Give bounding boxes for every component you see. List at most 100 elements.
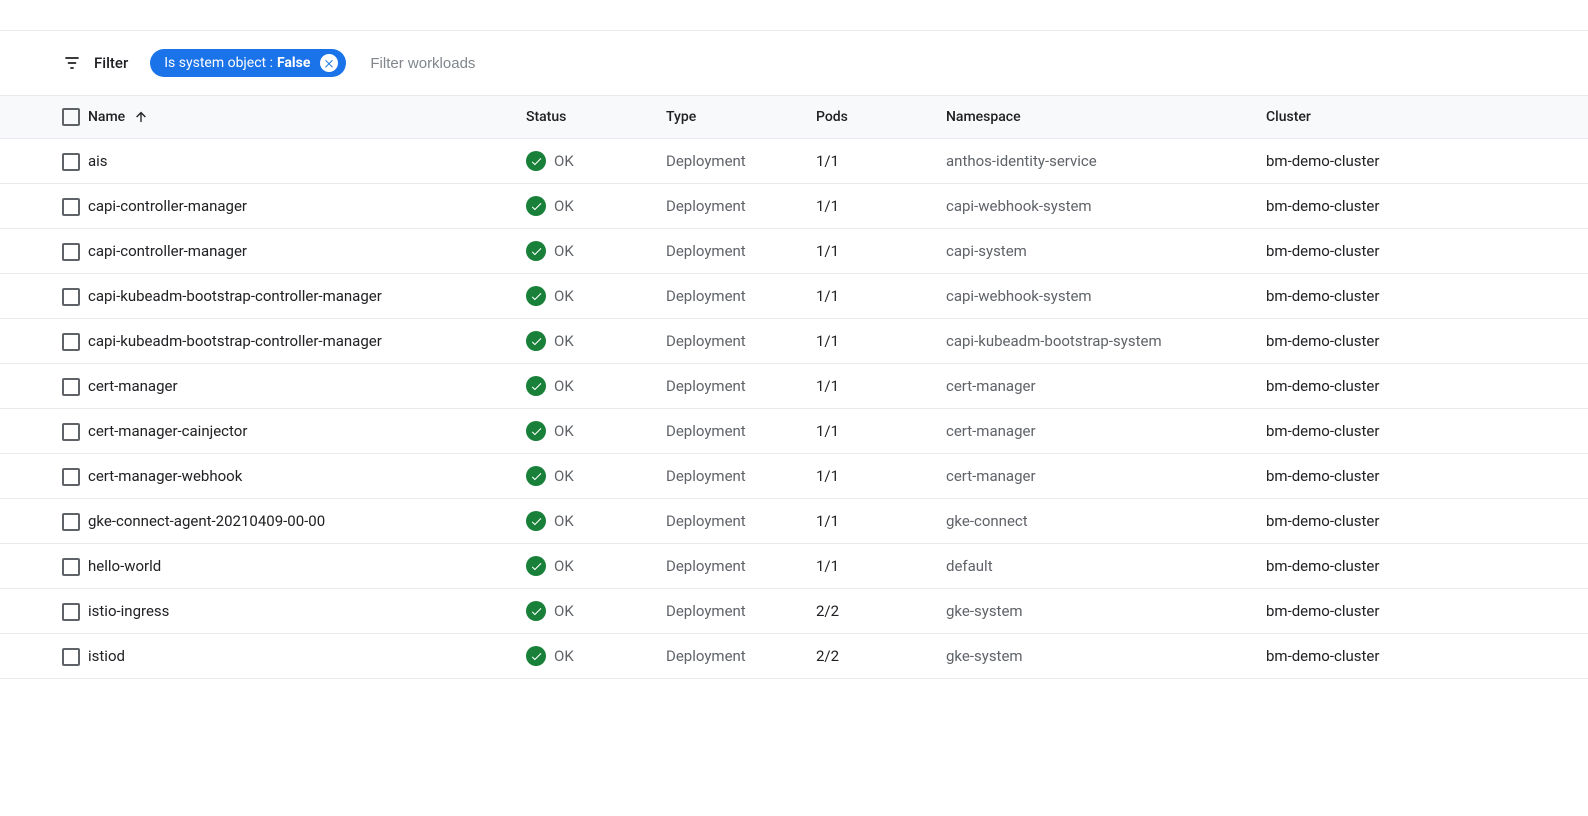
row-checkbox[interactable] [62, 243, 80, 261]
table-row[interactable]: hello-world OK Deployment 1/1 default bm… [0, 544, 1588, 589]
row-checkbox[interactable] [62, 333, 80, 351]
cell-name[interactable]: capi-controller-manager [88, 229, 518, 274]
row-checkbox-cell [0, 409, 88, 454]
cell-name[interactable]: istio-ingress [88, 589, 518, 634]
cell-namespace[interactable]: gke-system [938, 634, 1258, 679]
cell-cluster[interactable]: bm-demo-cluster [1258, 184, 1588, 229]
row-checkbox-cell [0, 589, 88, 634]
table-row[interactable]: capi-controller-manager OK Deployment 1/… [0, 184, 1588, 229]
cell-status: OK [518, 454, 658, 499]
cell-cluster[interactable]: bm-demo-cluster [1258, 634, 1588, 679]
cell-name[interactable]: cert-manager-webhook [88, 454, 518, 499]
status-text: OK [554, 422, 574, 440]
cell-namespace[interactable]: cert-manager [938, 454, 1258, 499]
table-row[interactable]: cert-manager-cainjector OK Deployment 1/… [0, 409, 1588, 454]
table-row[interactable]: capi-kubeadm-bootstrap-controller-manage… [0, 319, 1588, 364]
filter-workloads-input[interactable] [370, 55, 570, 72]
cell-type: Deployment [658, 544, 808, 589]
cell-cluster[interactable]: bm-demo-cluster [1258, 454, 1588, 499]
cell-type: Deployment [658, 139, 808, 184]
sort-asc-icon [133, 109, 149, 125]
row-checkbox[interactable] [62, 513, 80, 531]
cell-name[interactable]: gke-connect-agent-20210409-00-00 [88, 499, 518, 544]
status-ok-icon [526, 421, 546, 441]
row-checkbox-cell [0, 634, 88, 679]
cell-name[interactable]: cert-manager-cainjector [88, 409, 518, 454]
cell-name[interactable]: hello-world [88, 544, 518, 589]
cell-namespace[interactable]: capi-system [938, 229, 1258, 274]
status-ok-icon [526, 511, 546, 531]
filter-label: Filter [94, 54, 128, 72]
row-checkbox-cell [0, 184, 88, 229]
header-name-label: Name [88, 109, 125, 125]
filter-icon[interactable] [62, 53, 82, 73]
cell-namespace[interactable]: capi-webhook-system [938, 274, 1258, 319]
cell-type: Deployment [658, 634, 808, 679]
cell-name[interactable]: capi-controller-manager [88, 184, 518, 229]
table-row[interactable]: gke-connect-agent-20210409-00-00 OK Depl… [0, 499, 1588, 544]
row-checkbox[interactable] [62, 603, 80, 621]
row-checkbox[interactable] [62, 423, 80, 441]
header-name[interactable]: Name [88, 96, 518, 139]
header-cluster[interactable]: Cluster [1258, 96, 1588, 139]
cell-namespace[interactable]: gke-connect [938, 499, 1258, 544]
cell-type: Deployment [658, 319, 808, 364]
row-checkbox[interactable] [62, 648, 80, 666]
select-all-checkbox[interactable] [62, 108, 80, 126]
cell-cluster[interactable]: bm-demo-cluster [1258, 544, 1588, 589]
status-text: OK [554, 557, 574, 575]
cell-pods: 1/1 [808, 229, 938, 274]
filter-chip-is-system-object[interactable]: Is system object : False [150, 49, 346, 77]
table-row[interactable]: capi-kubeadm-bootstrap-controller-manage… [0, 274, 1588, 319]
header-status[interactable]: Status [518, 96, 658, 139]
cell-namespace[interactable]: cert-manager [938, 409, 1258, 454]
cell-name[interactable]: cert-manager [88, 364, 518, 409]
chip-close-icon[interactable] [320, 54, 338, 72]
table-row[interactable]: ais OK Deployment 1/1 anthos-identity-se… [0, 139, 1588, 184]
cell-namespace[interactable]: cert-manager [938, 364, 1258, 409]
cell-cluster[interactable]: bm-demo-cluster [1258, 229, 1588, 274]
cell-cluster[interactable]: bm-demo-cluster [1258, 319, 1588, 364]
status-text: OK [554, 152, 574, 170]
cell-status: OK [518, 184, 658, 229]
cell-pods: 1/1 [808, 364, 938, 409]
row-checkbox-cell [0, 454, 88, 499]
cell-name[interactable]: istiod [88, 634, 518, 679]
row-checkbox[interactable] [62, 288, 80, 306]
row-checkbox[interactable] [62, 468, 80, 486]
cell-name[interactable]: capi-kubeadm-bootstrap-controller-manage… [88, 274, 518, 319]
status-ok-icon [526, 241, 546, 261]
cell-status: OK [518, 229, 658, 274]
cell-type: Deployment [658, 454, 808, 499]
cell-cluster[interactable]: bm-demo-cluster [1258, 274, 1588, 319]
cell-pods: 1/1 [808, 454, 938, 499]
header-pods[interactable]: Pods [808, 96, 938, 139]
table-row[interactable]: cert-manager OK Deployment 1/1 cert-mana… [0, 364, 1588, 409]
cell-namespace[interactable]: gke-system [938, 589, 1258, 634]
header-namespace[interactable]: Namespace [938, 96, 1258, 139]
header-type[interactable]: Type [658, 96, 808, 139]
table-row[interactable]: capi-controller-manager OK Deployment 1/… [0, 229, 1588, 274]
table-row[interactable]: istio-ingress OK Deployment 2/2 gke-syst… [0, 589, 1588, 634]
status-ok-icon [526, 556, 546, 576]
cell-cluster[interactable]: bm-demo-cluster [1258, 499, 1588, 544]
row-checkbox[interactable] [62, 198, 80, 216]
row-checkbox[interactable] [62, 558, 80, 576]
cell-type: Deployment [658, 589, 808, 634]
cell-cluster[interactable]: bm-demo-cluster [1258, 409, 1588, 454]
row-checkbox[interactable] [62, 378, 80, 396]
table-row[interactable]: cert-manager-webhook OK Deployment 1/1 c… [0, 454, 1588, 499]
cell-type: Deployment [658, 184, 808, 229]
row-checkbox[interactable] [62, 153, 80, 171]
cell-cluster[interactable]: bm-demo-cluster [1258, 139, 1588, 184]
cell-name[interactable]: ais [88, 139, 518, 184]
cell-namespace[interactable]: capi-kubeadm-bootstrap-system [938, 319, 1258, 364]
cell-namespace[interactable]: capi-webhook-system [938, 184, 1258, 229]
cell-namespace[interactable]: anthos-identity-service [938, 139, 1258, 184]
status-text: OK [554, 602, 574, 620]
cell-cluster[interactable]: bm-demo-cluster [1258, 364, 1588, 409]
table-row[interactable]: istiod OK Deployment 2/2 gke-system bm-d… [0, 634, 1588, 679]
cell-name[interactable]: capi-kubeadm-bootstrap-controller-manage… [88, 319, 518, 364]
cell-cluster[interactable]: bm-demo-cluster [1258, 589, 1588, 634]
cell-namespace[interactable]: default [938, 544, 1258, 589]
